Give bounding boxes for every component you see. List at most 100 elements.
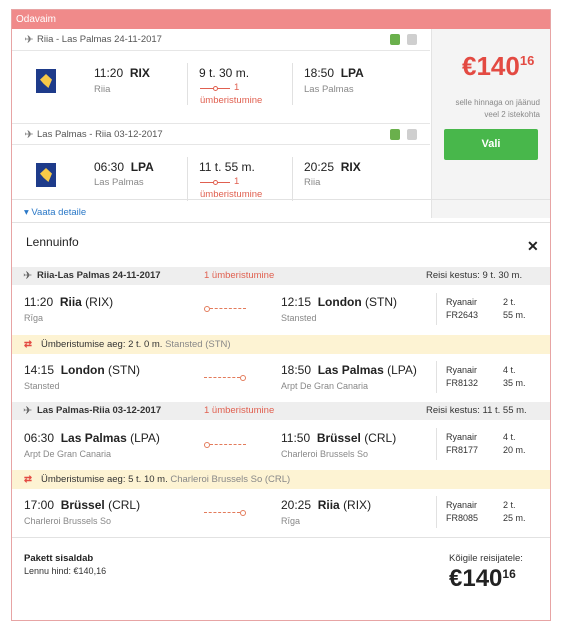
dep-city: Brüssel [60, 498, 105, 512]
package-title: Pakett sisaldab [24, 553, 94, 564]
flight-duration: 4 t. 35 m. [503, 364, 526, 390]
duration-minutes: 25 m. [503, 513, 526, 523]
flight-arrival: 11:50 Brüssel (CRL) [281, 431, 396, 445]
luggage-included-icon [390, 129, 400, 140]
route-line [210, 444, 246, 445]
arr-time: 12:15 [281, 295, 312, 309]
select-button[interactable]: Vali [444, 129, 538, 160]
arr-code: (RIX) [343, 498, 372, 512]
route-dot [240, 510, 246, 516]
segment-title: Riia - Las Palmas 24-11-2017 [37, 34, 162, 45]
stops-label: ümberistumine [200, 95, 263, 106]
dep-code: (LPA) [130, 431, 160, 445]
route-line [204, 512, 240, 513]
plane-icon: ✈ [23, 405, 33, 417]
stop-dot [213, 180, 218, 185]
stop-dot [213, 86, 218, 91]
segment-title: Las Palmas - Riia 03-12-2017 [37, 129, 163, 140]
price-currency: € [462, 51, 477, 81]
arr-airport: Charleroi Brussels So [281, 449, 369, 459]
arr-city: Brüssel [316, 431, 361, 445]
close-icon[interactable]: ✕ [527, 238, 539, 255]
leg-title: Riia-Las Palmas 24-11-2017 [37, 270, 161, 281]
duration-hours: 4 t. [503, 432, 516, 442]
dep-time: 14:15 [24, 363, 55, 377]
duration-minutes: 35 m. [503, 378, 526, 388]
details-link-label: Vaata detaile [31, 207, 87, 218]
layover-bar: ⇄ Ümberistumise aeg: 5 t. 10 m. Charlero… [12, 470, 550, 489]
segment-header-return: ✈ Las Palmas - Riia 03-12-2017 [12, 123, 430, 145]
airline-info: Ryanair FR8177 [446, 431, 478, 457]
dep-city: Riia [94, 84, 111, 95]
arr-city: Las Palmas [304, 84, 354, 95]
dep-city: Las Palmas [94, 177, 144, 188]
layover-time: Ümberistumise aeg: 2 t. 0 m. [41, 339, 163, 350]
leg-stops: 1 ümberistumine [204, 270, 275, 281]
flight-duration: 2 t. 55 m. [503, 296, 526, 322]
arr-city: Las Palmas [317, 363, 384, 377]
leg-header-return: ✈ Las Palmas-Riia 03-12-2017 1 ümberistu… [12, 402, 550, 420]
total-label: Kõigile reisijatele: [449, 553, 523, 564]
dep-time: 11:20 [24, 295, 54, 309]
flight-departure: 11:20 Riia (RIX) [24, 295, 113, 309]
arr-code: LPA [340, 66, 364, 80]
price-panel: €14016 selle hinnaga on jäänud veel 2 is… [431, 29, 550, 218]
leg-header-outbound: ✈ Riia-Las Palmas 24-11-2017 1 ümberistu… [12, 267, 550, 285]
divider [436, 428, 437, 460]
flight-departure: 17:00 Brüssel (CRL) [24, 498, 140, 512]
flight-arrival: 12:15 London (STN) [281, 295, 397, 309]
dep-city: Riia [59, 295, 82, 309]
arr-time: 11:50 [281, 431, 311, 445]
arr-city: London [317, 295, 362, 309]
route-line [210, 308, 246, 309]
arr-airport: Stansted [281, 313, 317, 323]
duration-hours: 2 t. [503, 500, 516, 510]
divider [12, 222, 550, 223]
dep-code: RIX [129, 66, 150, 80]
flight-departure: 06:30 Las Palmas (LPA) [24, 431, 160, 445]
dep-city: Las Palmas [60, 431, 127, 445]
airline: Ryanair [446, 297, 478, 307]
dep-city: London [60, 363, 105, 377]
dep-time: 06:30 [94, 160, 125, 174]
arrival: 20:25 RIX [304, 160, 361, 174]
arr-time: 18:50 [304, 66, 335, 80]
arr-time: 20:25 [281, 498, 312, 512]
route-line [204, 377, 240, 378]
airline: Ryanair [446, 432, 478, 442]
airline-info: Ryanair FR2643 [446, 296, 478, 322]
divider [12, 537, 550, 538]
route-dot [204, 442, 210, 448]
luggage-icon [407, 129, 417, 140]
layover-time: Ümberistumise aeg: 5 t. 10 m. [41, 474, 168, 485]
package-line: Lennu hind: €140,16 [24, 566, 107, 576]
divider [436, 293, 437, 325]
flight-number: FR2643 [446, 310, 479, 320]
dep-code: (RIX) [85, 295, 114, 309]
route-dot [240, 375, 246, 381]
offer-card: Odavaim ✈ Riia - Las Palmas 24-11-2017 1… [11, 9, 551, 621]
price-cents: 16 [519, 53, 535, 68]
departure: 11:20 RIX [94, 66, 150, 80]
duration: 9 t. 30 m. [199, 66, 250, 80]
dep-time: 17:00 [24, 498, 55, 512]
seats-note: selle hinnaga on jäänud veel 2 istekohta [455, 98, 540, 119]
duration-hours: 2 t. [503, 297, 516, 307]
dep-time: 11:20 [94, 66, 124, 80]
stops-count: 1 [234, 82, 240, 93]
airline-info: Ryanair FR8132 [446, 364, 478, 390]
arr-code: (CRL) [364, 431, 397, 445]
arr-code: RIX [340, 160, 361, 174]
luggage-icon [407, 34, 417, 45]
divider [436, 496, 437, 528]
ryanair-logo [36, 163, 56, 187]
airline: Ryanair [446, 500, 478, 510]
dep-airport: Stansted [24, 381, 60, 391]
plane-icon: ✈ [23, 270, 33, 282]
flight-arrival: 18:50 Las Palmas (LPA) [281, 363, 417, 377]
plane-icon: ✈ [24, 129, 34, 141]
shuffle-icon: ⇄ [24, 474, 32, 485]
airline-info: Ryanair FR8085 [446, 499, 478, 525]
dep-time: 06:30 [24, 431, 55, 445]
details-link[interactable]: ▾ Vaata detaile [24, 207, 86, 218]
